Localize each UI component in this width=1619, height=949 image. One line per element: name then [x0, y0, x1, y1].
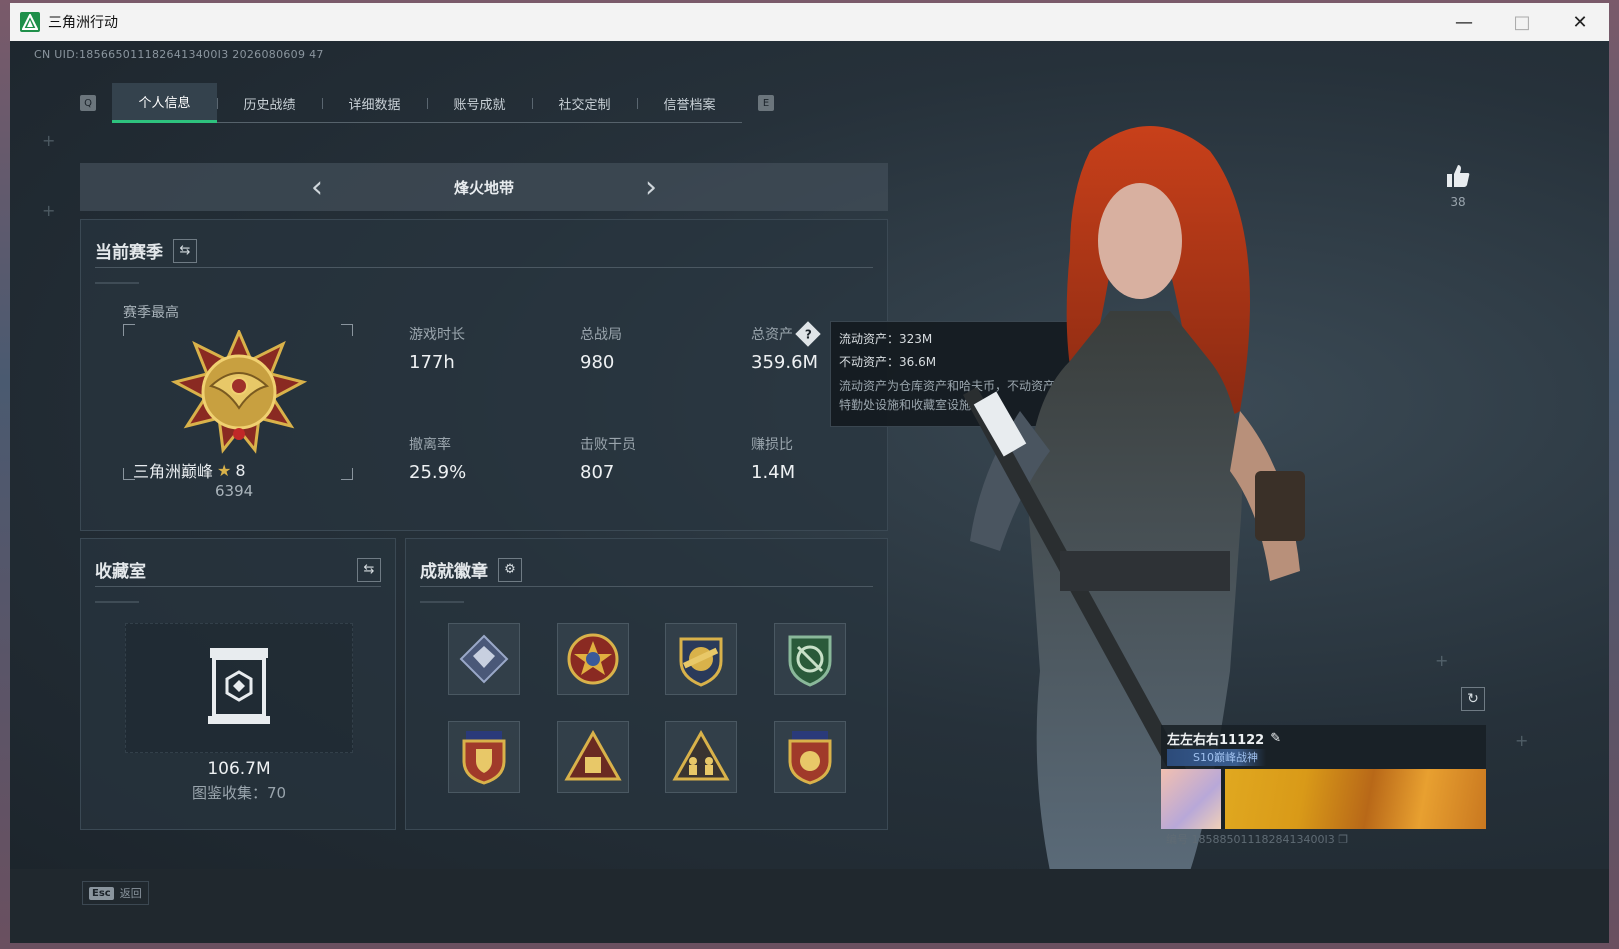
switch-icon[interactable]: ⇆ [173, 238, 197, 263]
close-button[interactable]: ✕ [1551, 3, 1609, 41]
minimize-button[interactable]: — [1435, 3, 1493, 41]
collection-value: 106.7M [207, 759, 271, 779]
stat-profit-ratio: 赚损比 1.4M [751, 437, 796, 483]
tab-credit-record[interactable]: 信誉档案 [637, 83, 742, 123]
tab-social[interactable]: 社交定制 [532, 83, 637, 123]
badge-panel: 成就徽章 ⚙ [405, 538, 888, 830]
tab-personal-info[interactable]: 个人信息 [112, 83, 217, 123]
app-window: 三角洲行动 — □ ✕ CN UID:1856650111826413400I3… [10, 3, 1609, 943]
edit-icon[interactable]: ✎ [1270, 731, 1281, 746]
gear-icon[interactable]: ⚙ [498, 557, 522, 582]
mode-title: 烽火地带 [453, 178, 514, 197]
avatar [1161, 769, 1221, 829]
rank-score: 6394 [215, 482, 254, 500]
player-name: 左左右右11122 ✎ [1167, 731, 1282, 748]
collection-panel: 收藏室 ⇆ 106.7M 图鉴收集：70 [80, 538, 396, 830]
back-label: 返回 [119, 887, 142, 900]
rank-stars: 8 [235, 460, 246, 480]
tab-achievements[interactable]: 账号成就 [427, 83, 532, 123]
plus-deco-icon: + [42, 131, 56, 150]
prev-tab-key-hint[interactable]: Q [80, 95, 96, 111]
badge-title: 成就徽章 [420, 562, 488, 582]
collection-count: 图鉴收集：70 [191, 784, 287, 802]
refresh-icon[interactable]: ↻ [1461, 687, 1485, 711]
rank-frame [123, 324, 353, 480]
badge-triangle-figures[interactable] [665, 721, 737, 793]
stat-playtime: 游戏时长 177h [409, 327, 465, 373]
plus-deco-icon: + [42, 201, 56, 220]
player-card[interactable]: 左左右右11122 ✎ S10巅峰战神 [1161, 725, 1486, 829]
season-panel: 当前赛季 ⇆ 赛季最高 三角洲巅峰 ★ 8 6394 游戏时长 177h 总战局… [80, 219, 888, 531]
esc-key-hint: Esc [89, 886, 114, 900]
stat-matches: 总战局 980 [580, 327, 622, 373]
rank-emblem-icon [171, 330, 307, 454]
title-tag: S10巅峰战神 [1167, 749, 1266, 766]
bottom-bar: Esc 返回 [10, 869, 1609, 943]
chevron-right-icon[interactable]: › [639, 170, 663, 205]
divider [95, 601, 139, 603]
badge-crystal[interactable] [448, 623, 520, 695]
badge-green-target[interactable] [774, 623, 846, 695]
season-title: 当前赛季 [95, 243, 163, 263]
plus-deco-icon: + [1435, 651, 1449, 670]
player-id: 编号 1858850111828413400I3 ❐ [1166, 833, 1349, 846]
divider [420, 601, 464, 603]
star-icon: ★ [217, 460, 232, 480]
switch-icon[interactable]: ⇆ [357, 557, 381, 582]
mode-selector: ‹ 烽火地带 › [80, 163, 888, 211]
tab-history[interactable]: 历史战绩 [217, 83, 322, 123]
badge-star-shield[interactable] [557, 623, 629, 695]
collection-title: 收藏室 [95, 562, 146, 582]
tab-detailed-data[interactable]: 详细数据 [322, 83, 427, 123]
plus-deco-icon: + [1515, 731, 1529, 750]
chevron-left-icon[interactable]: ‹ [305, 170, 329, 205]
vault-case-icon [208, 648, 270, 724]
badge-golden-crest[interactable] [665, 623, 737, 695]
like-count: 38 [1450, 195, 1466, 209]
card-banner-image [1225, 769, 1486, 829]
maximize-button[interactable]: □ [1493, 3, 1551, 41]
tab-bar: Q 个人信息 历史战绩 详细数据 账号成就 社交定制 信誉档案 E [80, 83, 774, 123]
uid-line: CN UID:1856650111826413400I3 2026080609 … [34, 48, 324, 61]
divider [95, 282, 139, 284]
vault-display[interactable] [125, 623, 353, 753]
badge-gold-shield[interactable] [774, 721, 846, 793]
badge-navy-shield[interactable] [448, 721, 520, 793]
stat-kills: 击败干员 807 [580, 437, 636, 483]
badge-pyramid[interactable] [557, 721, 629, 793]
main-content: CN UID:1856650111826413400I3 2026080609 … [10, 41, 1609, 943]
app-logo-icon [20, 12, 40, 32]
thumbs-up-icon [1447, 165, 1470, 187]
help-icon[interactable]: ? [795, 321, 821, 347]
back-button[interactable]: Esc 返回 [82, 881, 149, 905]
stat-assets: 总资产 ? 359.6M [751, 321, 821, 373]
copy-icon[interactable]: ❐ [1338, 833, 1348, 846]
title-bar: 三角洲行动 — □ ✕ [10, 3, 1609, 41]
stat-extract-rate: 撤离率 25.9% [409, 437, 467, 483]
window-title: 三角洲行动 [48, 15, 118, 31]
like-button[interactable]: 38 [1445, 163, 1471, 209]
next-tab-key-hint[interactable]: E [758, 95, 774, 111]
rank-name: 三角洲巅峰 ★ 8 [133, 460, 246, 482]
season-best-label: 赛季最高 [123, 305, 179, 321]
